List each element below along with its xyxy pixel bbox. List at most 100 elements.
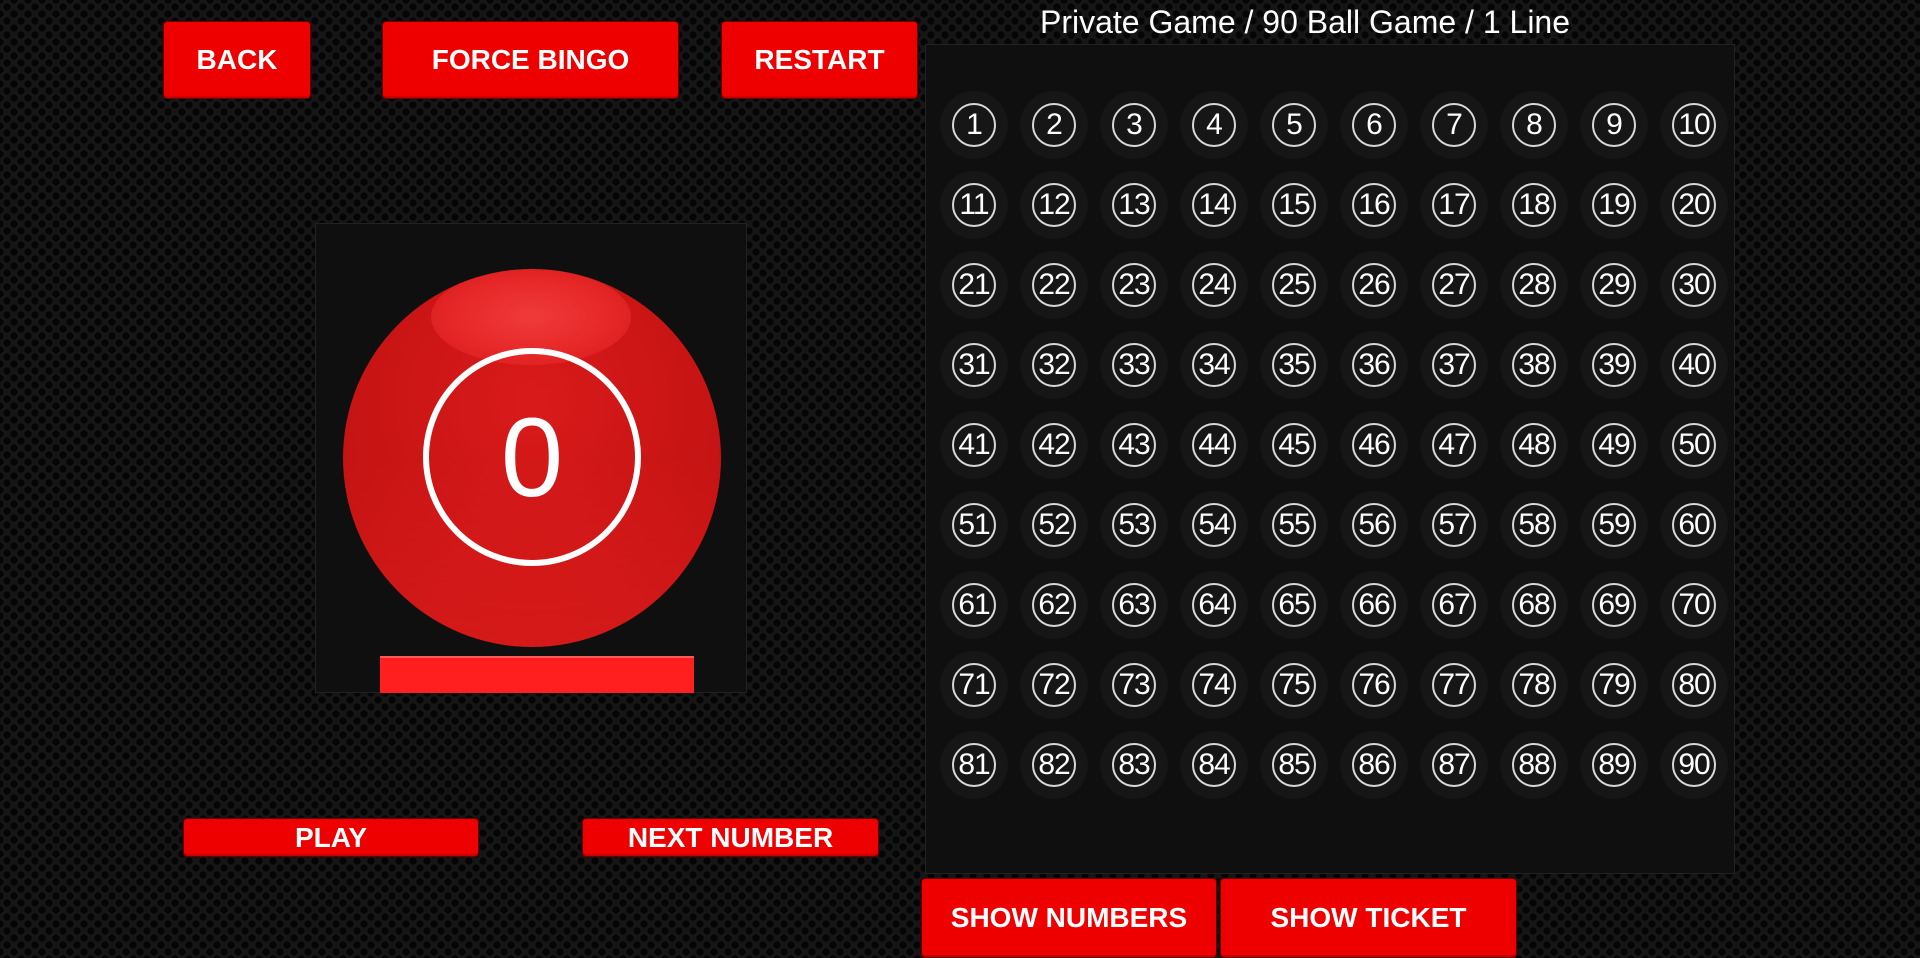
board-number: 35: [1272, 343, 1316, 387]
board-cell-background: 46: [1340, 411, 1408, 479]
board-cell-background: 55: [1260, 491, 1328, 559]
board-cell: 30: [1654, 245, 1734, 325]
board-number: 23: [1112, 263, 1156, 307]
board-cell: 9: [1574, 85, 1654, 165]
board-cell-background: 2: [1020, 91, 1088, 159]
board-number: 17: [1432, 183, 1476, 227]
board-cell-background: 16: [1340, 171, 1408, 239]
game-title: Private Game / 90 Ball Game / 1 Line: [1039, 4, 1571, 40]
board-cell: 82: [1014, 725, 1094, 805]
board-cell-background: 6: [1340, 91, 1408, 159]
board-cell: 73: [1094, 645, 1174, 725]
board-number: 40: [1672, 343, 1716, 387]
board-cell-background: 85: [1260, 731, 1328, 799]
board-cell-background: 20: [1660, 171, 1728, 239]
board-number: 66: [1352, 583, 1396, 627]
board-cell-background: 78: [1500, 651, 1568, 719]
board-cell-background: 36: [1340, 331, 1408, 399]
number-grid: 1 2 3 4 5 6 7 8 9 10 11 12 13 14 15 16 17 18 19 20 21 22 23 24 2…: [934, 85, 1734, 805]
board-cell: 63: [1094, 565, 1174, 645]
board-cell: 83: [1094, 725, 1174, 805]
board-cell: 77: [1414, 645, 1494, 725]
board-cell-background: 43: [1100, 411, 1168, 479]
board-cell-background: 13: [1100, 171, 1168, 239]
board-number: 9: [1592, 103, 1636, 147]
board-cell: 25: [1254, 245, 1334, 325]
board-number: 21: [952, 263, 996, 307]
board-cell: 16: [1334, 165, 1414, 245]
board-number: 80: [1672, 663, 1716, 707]
board-cell-background: 72: [1020, 651, 1088, 719]
board-cell-background: 9: [1580, 91, 1648, 159]
board-cell: 41: [934, 405, 1014, 485]
board-cell: 33: [1094, 325, 1174, 405]
board-number: 38: [1512, 343, 1556, 387]
board-cell: 64: [1174, 565, 1254, 645]
board-cell-background: 59: [1580, 491, 1648, 559]
board-cell: 8: [1494, 85, 1574, 165]
board-number: 10: [1672, 103, 1716, 147]
board-number: 88: [1512, 743, 1556, 787]
board-number: 2: [1032, 103, 1076, 147]
board-cell-background: 84: [1180, 731, 1248, 799]
force-bingo-button[interactable]: FORCE BINGO: [382, 21, 679, 99]
back-button[interactable]: BACK: [163, 21, 311, 99]
board-number: 20: [1672, 183, 1716, 227]
board-cell: 12: [1014, 165, 1094, 245]
board-number: 33: [1112, 343, 1156, 387]
board-number: 27: [1432, 263, 1476, 307]
board-cell: 27: [1414, 245, 1494, 325]
board-number: 58: [1512, 503, 1556, 547]
board-cell: 40: [1654, 325, 1734, 405]
board-number: 29: [1592, 263, 1636, 307]
board-cell-background: 51: [940, 491, 1008, 559]
board-number: 1: [952, 103, 996, 147]
board-number: 87: [1432, 743, 1476, 787]
board-cell: 48: [1494, 405, 1574, 485]
board-cell: 76: [1334, 645, 1414, 725]
board-cell: 56: [1334, 485, 1414, 565]
board-cell: 3: [1094, 85, 1174, 165]
board-cell-background: 79: [1580, 651, 1648, 719]
board-number: 5: [1272, 103, 1316, 147]
show-numbers-button[interactable]: SHOW NUMBERS: [921, 878, 1217, 958]
board-cell: 23: [1094, 245, 1174, 325]
ball-stand-bar: [380, 656, 694, 693]
board-number: 52: [1032, 503, 1076, 547]
board-cell-background: 23: [1100, 251, 1168, 319]
board-cell-background: 68: [1500, 571, 1568, 639]
board-cell: 43: [1094, 405, 1174, 485]
board-number: 12: [1032, 183, 1076, 227]
board-cell: 87: [1414, 725, 1494, 805]
board-cell-background: 19: [1580, 171, 1648, 239]
board-cell: 57: [1414, 485, 1494, 565]
board-number: 74: [1192, 663, 1236, 707]
board-cell: 75: [1254, 645, 1334, 725]
board-cell: 51: [934, 485, 1014, 565]
board-number: 57: [1432, 503, 1476, 547]
board-cell-background: 87: [1420, 731, 1488, 799]
board-number: 73: [1112, 663, 1156, 707]
board-cell: 59: [1574, 485, 1654, 565]
board-cell-background: 63: [1100, 571, 1168, 639]
board-cell: 55: [1254, 485, 1334, 565]
board-cell-background: 47: [1420, 411, 1488, 479]
board-cell: 85: [1254, 725, 1334, 805]
board-cell-background: 12: [1020, 171, 1088, 239]
board-number: 61: [952, 583, 996, 627]
play-button[interactable]: PLAY: [183, 818, 479, 857]
board-number: 3: [1112, 103, 1156, 147]
board-cell-background: 65: [1260, 571, 1328, 639]
board-cell-background: 26: [1340, 251, 1408, 319]
board-number: 82: [1032, 743, 1076, 787]
next-number-button[interactable]: NEXT NUMBER: [582, 818, 879, 857]
board-cell-background: 41: [940, 411, 1008, 479]
board-cell-background: 61: [940, 571, 1008, 639]
board-number: 46: [1352, 423, 1396, 467]
board-cell: 7: [1414, 85, 1494, 165]
board-cell: 70: [1654, 565, 1734, 645]
show-ticket-button[interactable]: SHOW TICKET: [1220, 878, 1517, 958]
board-cell-background: 15: [1260, 171, 1328, 239]
restart-button[interactable]: RESTART: [721, 21, 918, 99]
board-cell: 36: [1334, 325, 1414, 405]
